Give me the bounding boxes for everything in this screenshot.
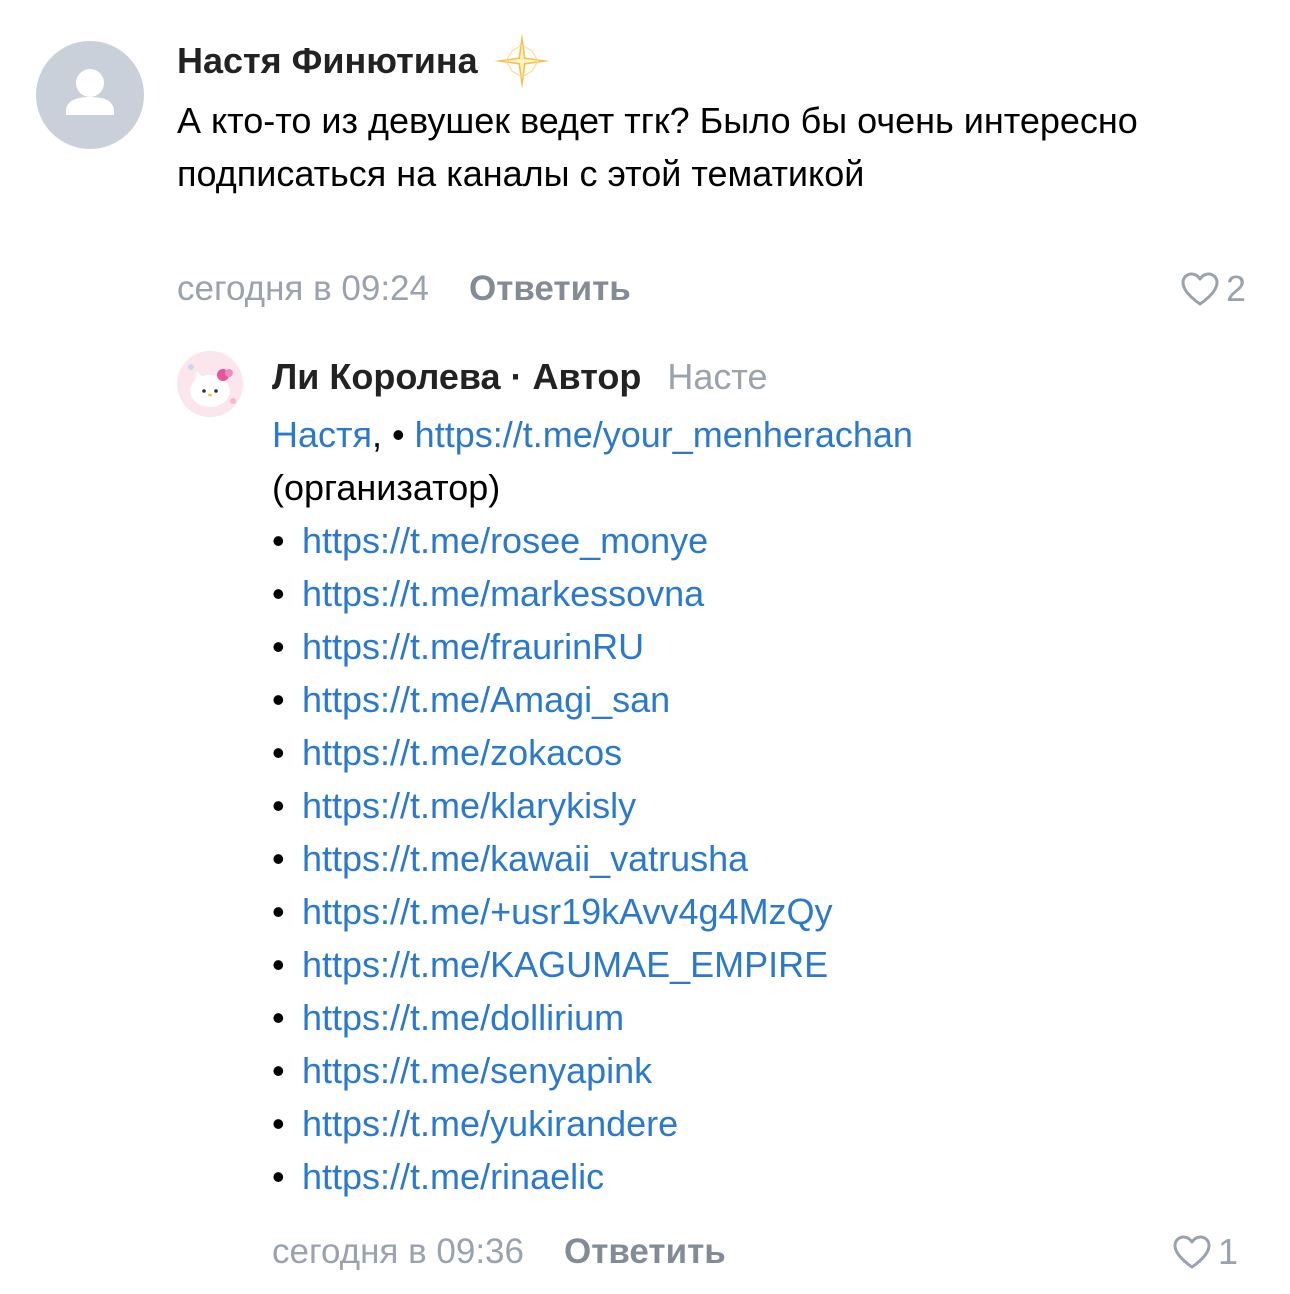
bullet: •	[272, 626, 285, 667]
bullet: •	[392, 414, 405, 455]
bullet: •	[272, 1103, 285, 1144]
author-role-label: Автор	[532, 356, 642, 397]
channel-link[interactable]: https://t.me/klarykisly	[302, 785, 636, 826]
channel-link[interactable]: https://t.me/markessovna	[302, 573, 704, 614]
bullet: •	[272, 944, 285, 985]
bullet: •	[272, 732, 285, 773]
reply-button[interactable]: Ответить	[564, 1232, 726, 1272]
reply-to-label[interactable]: Насте	[667, 356, 767, 398]
avatar[interactable]	[36, 41, 144, 149]
reply-button[interactable]: Ответить	[469, 269, 631, 309]
avatar[interactable]	[177, 351, 243, 417]
channel-link[interactable]: https://t.me/zokacos	[302, 732, 622, 773]
comment-text: А кто-то из девушек ведет тгк? Было бы о…	[177, 100, 1138, 194]
like-button[interactable]: 2	[1180, 264, 1246, 314]
list-item: • https://t.me/rinaelic	[272, 1150, 1272, 1203]
bullet: •	[272, 520, 285, 561]
channel-link[interactable]: https://t.me/rosee_monye	[302, 520, 708, 561]
heart-outline-icon	[1172, 1234, 1212, 1270]
mention-suffix: ,	[372, 414, 383, 455]
mention-link[interactable]: Настя	[272, 414, 372, 455]
list-item: • https://t.me/dollirium	[272, 991, 1272, 1044]
author-separator: ·	[510, 356, 523, 397]
bullet: •	[272, 785, 285, 826]
bullet: •	[272, 838, 285, 879]
list-item: • https://t.me/zokacos	[272, 726, 1272, 779]
bullet: •	[272, 679, 285, 720]
sparkle-icon	[492, 31, 552, 91]
first-line: Настя, • https://t.me/your_menherachan	[272, 408, 1272, 461]
channel-link[interactable]: https://t.me/rinaelic	[302, 1156, 604, 1197]
list-item: • https://t.me/+usr19kAvv4g4MzQy	[272, 885, 1272, 938]
organizer-note: (организатор)	[272, 467, 501, 508]
comment-time[interactable]: сегодня в 09:36	[272, 1232, 524, 1272]
like-button[interactable]: 1	[1172, 1227, 1238, 1277]
bullet: •	[272, 1156, 285, 1197]
channel-link[interactable]: https://t.me/senyapink	[302, 1050, 652, 1091]
channel-link[interactable]: https://t.me/yukirandere	[302, 1103, 678, 1144]
channel-link[interactable]: https://t.me/kawaii_vatrusha	[302, 838, 748, 879]
channel-link[interactable]: https://t.me/+usr19kAvv4g4MzQy	[302, 891, 833, 932]
reply-comment: Ли Королева · Автор Насте Настя, • https…	[0, 330, 1290, 1294]
channel-link-list: • https://t.me/rosee_monye • https://t.me/m…	[272, 514, 1272, 1203]
author-row: Настя Финютина	[177, 33, 552, 89]
bullet: •	[272, 997, 285, 1038]
comment-text: Настя, • https://t.me/your_menherachan (…	[272, 408, 1272, 1203]
bullet: •	[272, 573, 285, 614]
bullet: •	[272, 891, 285, 932]
list-item: • https://t.me/markessovna	[272, 567, 1272, 620]
channel-link[interactable]: https://t.me/your_menherachan	[415, 414, 913, 455]
like-count: 2	[1225, 268, 1246, 309]
author-name[interactable]: Настя Финютина	[177, 40, 478, 82]
list-item: • https://t.me/senyapink	[272, 1044, 1272, 1097]
author-row: Ли Королева · Автор Насте	[272, 352, 767, 402]
like-count: 1	[1217, 1231, 1238, 1272]
comment-footer: сегодня в 09:24 Ответить	[177, 264, 631, 314]
bullet: •	[272, 1050, 285, 1091]
comment: Настя Финютина А кто-то из девушек ведет…	[0, 0, 1290, 330]
list-item: • https://t.me/kawaii_vatrusha	[272, 832, 1272, 885]
channel-link[interactable]: https://t.me/KAGUMAE_EMPIRE	[302, 944, 828, 985]
pink-cat-avatar	[177, 351, 243, 417]
list-item: • https://t.me/KAGUMAE_EMPIRE	[272, 938, 1272, 991]
list-item: • https://t.me/yukirandere	[272, 1097, 1272, 1150]
list-item: • https://t.me/klarykisly	[272, 779, 1272, 832]
comment-time[interactable]: сегодня в 09:24	[177, 269, 429, 309]
author-name[interactable]: Ли Королева	[272, 356, 501, 398]
channel-link[interactable]: https://t.me/fraurinRU	[302, 626, 644, 667]
default-user-icon	[66, 69, 114, 115]
heart-outline-icon	[1180, 271, 1220, 307]
list-item: • https://t.me/rosee_monye	[272, 514, 1272, 567]
list-item: • https://t.me/fraurinRU	[272, 620, 1272, 673]
comment-footer: сегодня в 09:36 Ответить	[272, 1227, 726, 1277]
channel-link[interactable]: https://t.me/Amagi_san	[302, 679, 670, 720]
list-item: • https://t.me/Amagi_san	[272, 673, 1272, 726]
channel-link[interactable]: https://t.me/dollirium	[302, 997, 624, 1038]
